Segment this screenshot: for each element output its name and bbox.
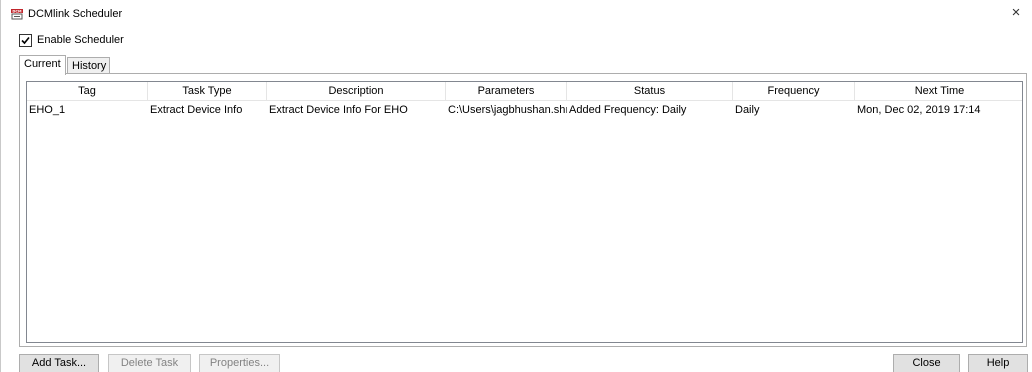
window-left-border — [0, 0, 1, 372]
delete-task-button[interactable]: Delete Task — [108, 354, 191, 372]
title-bar[interactable]: DCM DCMlink Scheduler × — [0, 0, 1032, 26]
column-header-description[interactable]: Description — [267, 82, 446, 101]
enable-scheduler-label[interactable]: Enable Scheduler — [37, 34, 124, 46]
table-header: Tag Task Type Description Parameters Sta… — [27, 82, 1022, 101]
svg-text:DCM: DCM — [12, 9, 22, 13]
column-header-frequency[interactable]: Frequency — [733, 82, 855, 101]
properties-button[interactable]: Properties... — [199, 354, 280, 372]
cell-parameters: C:\Users\jagbhushan.shı — [448, 104, 567, 116]
column-header-next-time[interactable]: Next Time — [855, 82, 1022, 101]
cell-status: Added Frequency: Daily — [569, 104, 687, 116]
column-header-tag[interactable]: Tag — [27, 82, 148, 101]
tab-history[interactable]: History — [67, 57, 110, 74]
column-header-status[interactable]: Status — [567, 82, 733, 101]
tab-current[interactable]: Current — [19, 55, 66, 75]
help-button[interactable]: Help — [968, 354, 1028, 372]
cell-tag: EHO_1 — [29, 104, 66, 116]
column-header-parameters[interactable]: Parameters — [446, 82, 567, 101]
close-button[interactable]: Close — [893, 354, 960, 372]
cell-task-type: Extract Device Info — [150, 104, 243, 116]
dcm-app-icon: DCM — [11, 9, 23, 20]
enable-scheduler-checkbox[interactable] — [19, 33, 32, 47]
current-tab-panel: Tag Task Type Description Parameters Sta… — [19, 73, 1027, 347]
cell-frequency: Daily — [735, 104, 760, 116]
table-row[interactable]: EHO_1 Extract Device Info Extract Device… — [27, 101, 1022, 119]
cell-next-time: Mon, Dec 02, 2019 17:14 — [857, 104, 981, 116]
add-task-button[interactable]: Add Task... — [19, 354, 99, 372]
window-title: DCMlink Scheduler — [28, 8, 123, 20]
task-table[interactable]: Tag Task Type Description Parameters Sta… — [26, 81, 1023, 343]
enable-scheduler-row[interactable]: Enable Scheduler — [19, 33, 124, 47]
scheduler-window: DCM DCMlink Scheduler × Enable Scheduler… — [0, 0, 1032, 372]
cell-description: Extract Device Info For EHO — [269, 104, 408, 116]
checkmark-icon — [21, 36, 30, 44]
column-header-task-type[interactable]: Task Type — [148, 82, 267, 101]
close-icon[interactable]: × — [1008, 5, 1024, 21]
